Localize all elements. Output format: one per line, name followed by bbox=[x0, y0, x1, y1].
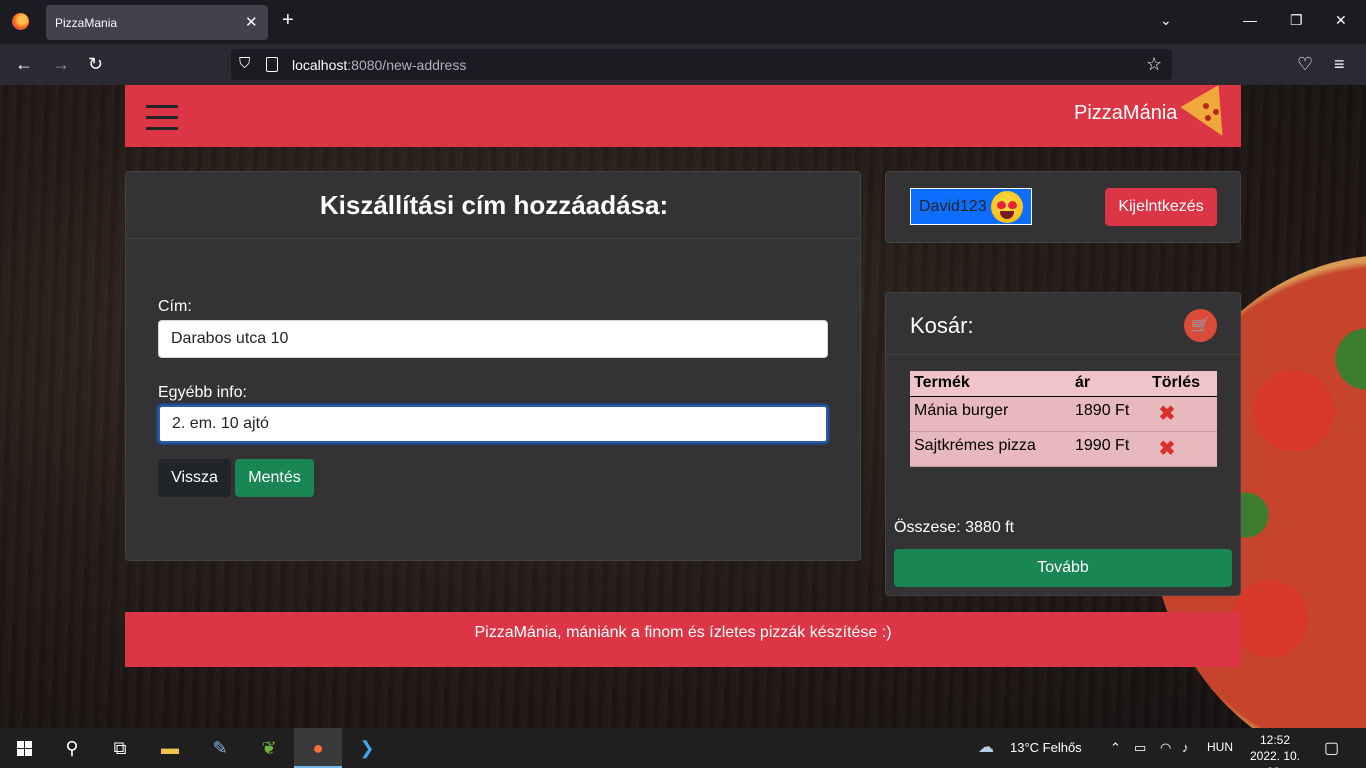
close-window-icon[interactable]: ✕ bbox=[1335, 12, 1347, 29]
weather-text[interactable]: 13°C Felhős bbox=[1010, 740, 1082, 755]
firefox-taskbar-icon[interactable]: ● bbox=[294, 728, 342, 768]
windows-start-icon[interactable] bbox=[17, 741, 32, 756]
form-title: Kiszállítási cím hozzáadása: bbox=[319, 190, 669, 220]
address-input[interactable] bbox=[158, 320, 828, 358]
paint-icon[interactable]: ✎ bbox=[196, 728, 244, 768]
cart-total: Összese: 3880 ft bbox=[894, 519, 1015, 536]
item-price: 1890 Ft bbox=[1075, 402, 1130, 419]
cart-card: Kosár: 🛒 Termék ár Törlés Mánia burger 1… bbox=[885, 292, 1241, 596]
tab-title: PizzaMania bbox=[55, 16, 118, 30]
vscode-icon[interactable]: ❯ bbox=[343, 728, 391, 768]
hidden-icons-chevron-icon[interactable]: ⌃ bbox=[1110, 740, 1121, 756]
close-tab-icon[interactable]: ✕ bbox=[245, 13, 258, 31]
divider bbox=[886, 354, 1240, 355]
bookmark-star-icon[interactable]: ☆ bbox=[1146, 54, 1162, 75]
next-button[interactable]: Tovább bbox=[894, 549, 1232, 587]
footer-text: PizzaMánia, mániánk a finom és ízletes p… bbox=[474, 624, 892, 641]
file-explorer-icon[interactable]: ▬ bbox=[146, 728, 194, 768]
column-header-price: ár bbox=[1075, 374, 1091, 391]
task-view-icon[interactable]: ⧉ bbox=[96, 728, 144, 768]
volume-icon[interactable]: ♪ bbox=[1182, 740, 1189, 755]
menu-icon[interactable]: ≡ bbox=[1334, 54, 1345, 74]
reload-icon[interactable]: ↻ bbox=[88, 54, 103, 74]
brand-name[interactable]: PizzaMánia bbox=[1074, 102, 1177, 125]
delete-icon[interactable]: ✖ bbox=[1158, 439, 1176, 459]
browser-tab-bar: PizzaMania ✕ + ⌄ — ❐ ✕ bbox=[0, 0, 1366, 44]
logout-button[interactable]: Kijelntkezés bbox=[1105, 188, 1217, 226]
cloud-icon: ☁ bbox=[978, 739, 994, 756]
divider bbox=[126, 238, 860, 239]
username: David123 bbox=[919, 198, 987, 215]
wifi-icon[interactable]: ◠ bbox=[1160, 740, 1171, 756]
info-input[interactable] bbox=[158, 405, 828, 443]
browser-tab[interactable]: PizzaMania ✕ bbox=[46, 5, 268, 40]
shield-icon[interactable]: ⛉ bbox=[239, 55, 250, 72]
pocket-icon[interactable]: ♡ bbox=[1297, 54, 1313, 74]
search-icon[interactable]: ⚲ bbox=[48, 728, 96, 768]
clock-time: 12:52 bbox=[1259, 733, 1291, 747]
url-text[interactable]: localhost:8080/new-address bbox=[292, 57, 466, 73]
page-icon bbox=[266, 57, 278, 72]
battery-icon[interactable]: ▭ bbox=[1134, 740, 1146, 756]
firefox-icon[interactable] bbox=[12, 13, 29, 30]
item-name: Mánia burger bbox=[914, 402, 1009, 419]
heart-eyes-emoji-icon bbox=[991, 191, 1023, 223]
item-price: 1990 Ft bbox=[1075, 437, 1130, 454]
cart-title: Kosár: bbox=[910, 313, 974, 338]
column-header-delete: Törlés bbox=[1152, 374, 1201, 391]
windows-taskbar: ⚲ ⧉ ▬ ✎ ❦ ● ❯ ☁ 13°C Felhős ⌃ ▭ ◠ ♪ HUN … bbox=[0, 728, 1366, 768]
table-header-row: Termék ár Törlés bbox=[910, 371, 1217, 397]
site-footer: PizzaMánia, mániánk a finom és ízletes p… bbox=[125, 612, 1241, 667]
address-bar[interactable]: ⛉ localhost:8080/new-address ☆ bbox=[231, 49, 1172, 80]
table-row: Sajtkrémes pizza 1990 Ft ✖ bbox=[910, 432, 1217, 467]
new-tab-icon[interactable]: + bbox=[282, 9, 294, 32]
forward-icon[interactable]: → bbox=[52, 54, 70, 74]
delete-icon[interactable]: ✖ bbox=[1158, 404, 1176, 424]
back-icon[interactable]: ← bbox=[15, 54, 33, 74]
clock-date: 2022. 10. 23. bbox=[1249, 749, 1301, 768]
item-name: Sajtkrémes pizza bbox=[914, 437, 1036, 454]
site-header: PizzaMánia bbox=[125, 85, 1242, 147]
clock[interactable]: 12:52 2022. 10. 23. bbox=[1240, 732, 1310, 768]
shopping-cart-icon[interactable]: 🛒 bbox=[1184, 309, 1217, 342]
pizza-logo-toppings bbox=[1197, 99, 1227, 129]
column-header-product: Termék bbox=[914, 374, 970, 391]
user-badge[interactable]: David123 bbox=[910, 188, 1032, 225]
spring-tool-icon[interactable]: ❦ bbox=[245, 728, 293, 768]
address-label: Cím: bbox=[158, 298, 192, 315]
save-button[interactable]: Mentés bbox=[235, 459, 314, 497]
tab-list-icon[interactable]: ⌄ bbox=[1160, 12, 1172, 29]
restore-icon[interactable]: ❐ bbox=[1290, 12, 1303, 29]
table-row: Mánia burger 1890 Ft ✖ bbox=[910, 397, 1217, 432]
notifications-icon[interactable]: ▢ bbox=[1324, 738, 1339, 758]
browser-nav-bar: ← → ↻ ⛉ localhost:8080/new-address ☆ ♡ ≡ bbox=[0, 44, 1366, 85]
info-label: Egyébb info: bbox=[158, 384, 247, 401]
address-form-card: Kiszállítási cím hozzáadása: Cím: Egyébb… bbox=[125, 171, 861, 561]
minimize-icon[interactable]: — bbox=[1243, 12, 1257, 28]
back-button[interactable]: Vissza bbox=[158, 459, 231, 497]
user-card: David123 Kijelntkezés bbox=[885, 171, 1241, 243]
hamburger-menu-icon[interactable] bbox=[146, 105, 178, 130]
cart-table: Termék ár Törlés Mánia burger 1890 Ft ✖ … bbox=[910, 371, 1217, 467]
language-indicator[interactable]: HUN bbox=[1207, 740, 1233, 754]
page-content: PizzaMánia Kiszállítási cím hozzáadása: … bbox=[0, 85, 1366, 728]
